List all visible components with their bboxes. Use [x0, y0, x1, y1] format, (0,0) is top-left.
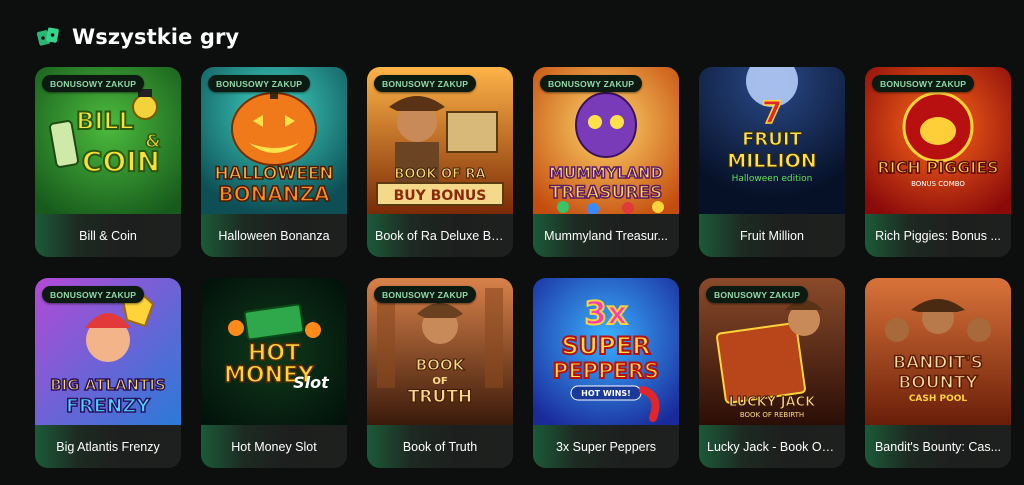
game-card-book-of-truth[interactable]: BOOK OF TRUTH BONUSOWY ZAKUP Book of Tru…	[367, 278, 513, 468]
game-card-big-atlantis-frenzy[interactable]: BIG ATLANTIS FRENZY BONUSOWY ZAKUP Big A…	[35, 278, 181, 468]
games-grid: BILL & COIN BONUSOWY ZAKUP Bill & Coin H…	[35, 67, 1011, 468]
art-title-line: TREASURES	[550, 183, 662, 203]
game-name: Big Atlantis Frenzy	[56, 439, 160, 454]
game-card-lucky-jack[interactable]: LUCKY JACK BOOK OF REBIRTH BONUSOWY ZAKU…	[699, 278, 845, 468]
game-name: Halloween Bonanza	[218, 228, 330, 243]
art-title-line: BIG ATLANTIS	[50, 376, 166, 394]
art-title-line: FRENZY	[66, 395, 150, 417]
bonus-buy-badge: BONUSOWY ZAKUP	[374, 75, 477, 92]
game-name: Mummyland Treasur...	[544, 228, 668, 243]
game-caption: Lucky Jack - Book Of ...	[699, 425, 845, 468]
art-title-line: BANDIT'S	[893, 353, 983, 373]
art-title-line: BONANZA	[218, 182, 330, 206]
game-caption: Bandit's Bounty: Cas...	[865, 425, 1011, 468]
game-name: 3x Super Peppers	[555, 439, 657, 454]
bonus-buy-badge: BONUSOWY ZAKUP	[706, 286, 809, 303]
art-title-line: TRUTH	[408, 387, 472, 407]
game-card-mummyland-treasures[interactable]: MUMMYLAND TREASURES BONUSOWY ZAKUP Mummy…	[533, 67, 679, 257]
art-title-line: BOOK OF RA	[394, 167, 485, 182]
game-card-bandits-bounty[interactable]: BANDIT'S BOUNTY CASH POOL Bandit's Bount…	[865, 278, 1011, 468]
art-title-line: HALLOWEEN	[214, 164, 333, 184]
art-title-line: SUPER	[561, 332, 650, 360]
bonus-buy-badge: BONUSOWY ZAKUP	[540, 75, 643, 92]
section-header: Wszystkie gry	[36, 22, 239, 52]
bonus-buy-badge: BONUSOWY ZAKUP	[42, 75, 145, 92]
art-title-line: LUCKY JACK	[729, 395, 816, 410]
cards-icon	[36, 27, 59, 46]
game-card-fruit-million[interactable]: 7 FRUIT MILLION Halloween edition Fruit …	[699, 67, 845, 257]
art-title-line: BOOK OF REBIRTH	[740, 411, 804, 419]
game-name: Lucky Jack - Book Of ...	[707, 439, 837, 454]
art-title-line: BOOK	[416, 356, 466, 374]
art-title-line: RICH PIGGIES	[877, 158, 998, 177]
game-name: Hot Money Slot	[231, 439, 317, 454]
game-caption: Bill & Coin	[35, 214, 181, 257]
art-title-line: 3x	[585, 294, 628, 332]
art-title-line: PEPPERS	[553, 359, 659, 383]
game-caption: Fruit Million	[699, 214, 845, 257]
game-caption: Big Atlantis Frenzy	[35, 425, 181, 468]
svg-text:7: 7	[762, 96, 783, 131]
art-title-line: Halloween edition	[732, 174, 813, 184]
art-title-line: HOT WINS!	[581, 389, 631, 398]
game-card-rich-piggies[interactable]: RICH PIGGIES BONUS COMBO BONUSOWY ZAKUP …	[865, 67, 1011, 257]
game-caption: Mummyland Treasur...	[533, 214, 679, 257]
game-card-book-of-ra[interactable]: BOOK OF RA BUY BONUS BONUSOWY ZAKUP Book…	[367, 67, 513, 257]
game-name: Rich Piggies: Bonus ...	[875, 228, 1001, 243]
game-thumbnail: BANDIT'S BOUNTY CASH POOL	[865, 278, 1011, 425]
game-name: Bandit's Bounty: Cas...	[874, 439, 1002, 454]
game-caption: Halloween Bonanza	[201, 214, 347, 257]
game-name: Bill & Coin	[79, 228, 137, 243]
game-card-3x-super-peppers[interactable]: 3x SUPER PEPPERS HOT WINS! 3x Super Pepp…	[533, 278, 679, 468]
bonus-buy-badge: BONUSOWY ZAKUP	[374, 286, 477, 303]
game-name: Fruit Million	[740, 228, 804, 243]
art-title-line: BILL	[76, 107, 134, 135]
bonus-buy-badge: BONUSOWY ZAKUP	[208, 75, 311, 92]
game-name: Book of Ra Deluxe Bu...	[375, 228, 505, 243]
game-caption: Book of Truth	[367, 425, 513, 468]
art-title-line: BONUS COMBO	[911, 180, 965, 188]
art-title-line: MUMMYLAND	[549, 164, 663, 182]
art-title-line: Slot	[293, 373, 330, 392]
game-thumbnail: 3x SUPER PEPPERS HOT WINS!	[533, 278, 679, 425]
section-title: Wszystkie gry	[72, 25, 240, 49]
game-thumbnail: HOT MONEY Slot	[201, 278, 347, 425]
art-title-line: FRUIT	[742, 129, 802, 150]
game-thumbnail: 7 FRUIT MILLION Halloween edition	[699, 67, 845, 214]
game-caption: Hot Money Slot	[201, 425, 347, 468]
game-caption: Book of Ra Deluxe Bu...	[367, 214, 513, 257]
game-card-bill-coin[interactable]: BILL & COIN BONUSOWY ZAKUP Bill & Coin	[35, 67, 181, 257]
bonus-buy-badge: BONUSOWY ZAKUP	[42, 286, 145, 303]
bonus-buy-badge: BONUSOWY ZAKUP	[872, 75, 975, 92]
art-title-line: BUY BONUS	[394, 188, 487, 204]
art-title-line: OF	[432, 376, 447, 387]
game-card-hot-money-slot[interactable]: HOT MONEY Slot Hot Money Slot	[201, 278, 347, 468]
art-title-line: MILLION	[727, 150, 816, 172]
game-caption: 3x Super Peppers	[533, 425, 679, 468]
art-title-line: COIN	[82, 145, 160, 178]
game-caption: Rich Piggies: Bonus ...	[865, 214, 1011, 257]
game-card-halloween-bonanza[interactable]: HALLOWEEN BONANZA BONUSOWY ZAKUP Hallowe…	[201, 67, 347, 257]
art-title-line: BOUNTY	[898, 373, 978, 393]
art-title-line: CASH POOL	[909, 394, 968, 404]
game-name: Book of Truth	[402, 439, 478, 454]
